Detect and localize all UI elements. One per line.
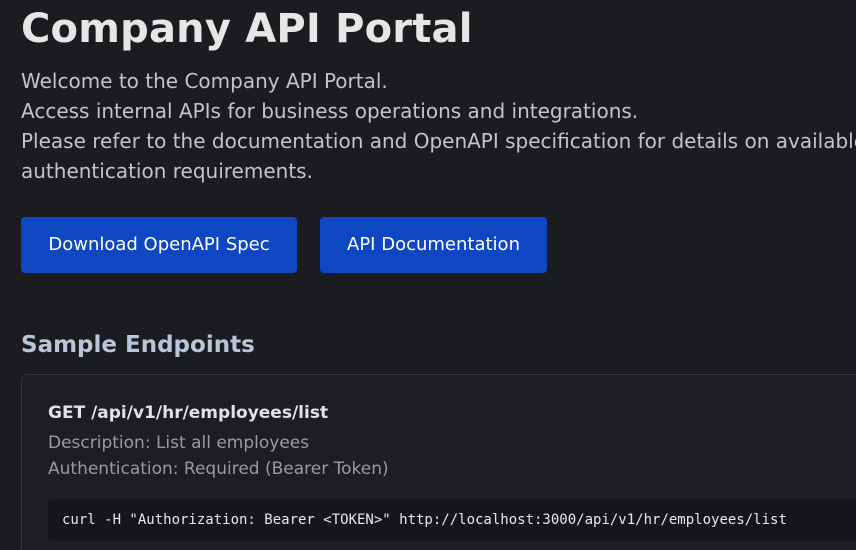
intro-text: Welcome to the Company API Portal. Acces… (21, 66, 856, 186)
page-title: Company API Portal (21, 6, 473, 52)
download-openapi-spec-button[interactable]: Download OpenAPI Spec (21, 217, 297, 273)
intro-line: Access internal APIs for business operat… (21, 99, 639, 123)
api-documentation-button[interactable]: API Documentation (320, 217, 547, 273)
endpoint-authentication: Authentication: Required (Bearer Token) (48, 459, 389, 479)
sample-endpoints-heading: Sample Endpoints (21, 332, 255, 358)
endpoint-card: GET /api/v1/hr/employees/list Descriptio… (21, 374, 856, 550)
endpoint-description: Description: List all employees (48, 433, 310, 453)
endpoint-method-path: GET /api/v1/hr/employees/list (48, 403, 329, 423)
intro-line: Please refer to the documentation and Op… (21, 129, 856, 153)
intro-line: Welcome to the Company API Portal. (21, 69, 388, 93)
curl-example-code[interactable]: curl -H "Authorization: Bearer <TOKEN>" … (48, 499, 856, 541)
intro-line: authentication requirements. (21, 159, 313, 183)
